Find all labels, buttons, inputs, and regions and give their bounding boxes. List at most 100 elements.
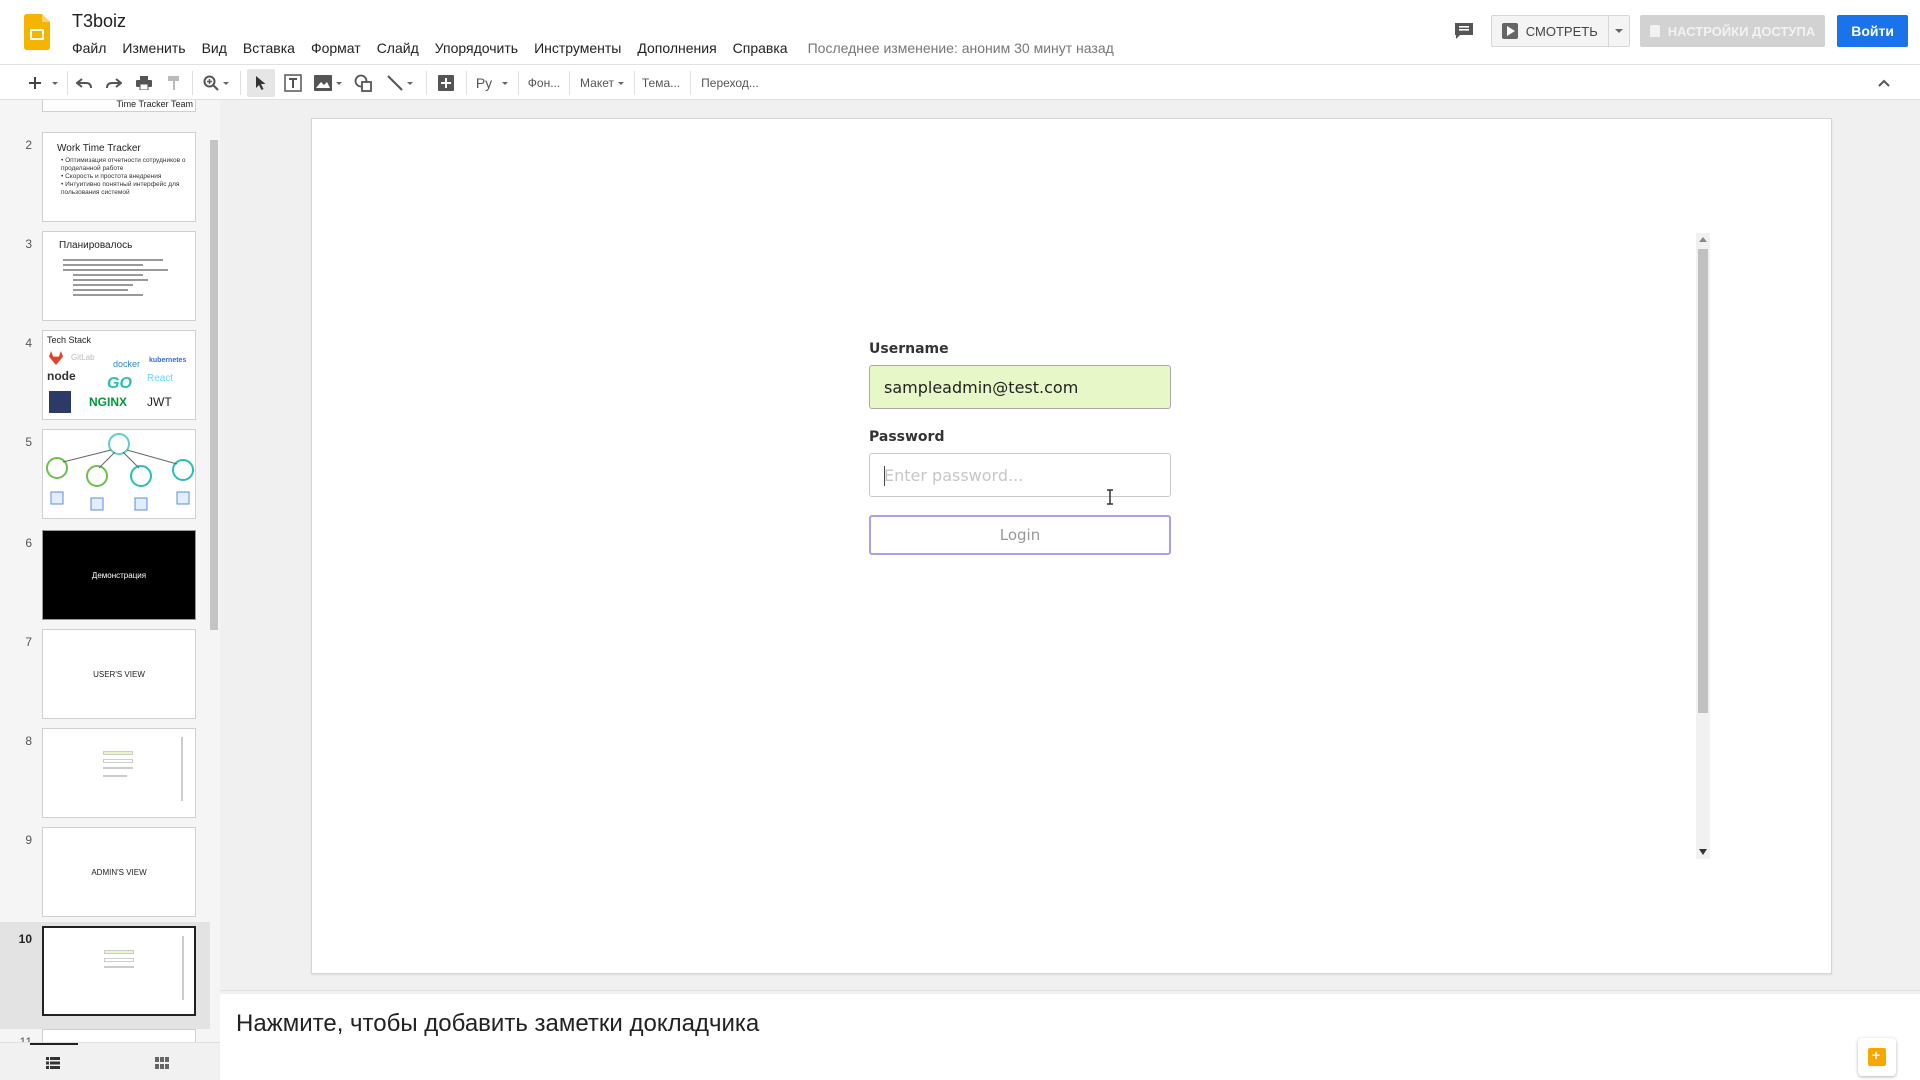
username-field[interactable]: sampleadmin@test.com	[869, 365, 1171, 409]
menu-format[interactable]: Формат	[303, 40, 369, 56]
document-title[interactable]: T3boiz	[72, 11, 126, 32]
input-tools-dropdown[interactable]: Ру	[470, 69, 514, 97]
present-button[interactable]: СМОТРЕТЬ	[1492, 16, 1609, 46]
share-button[interactable]: НАСТРОЙКИ ДОСТУПА	[1639, 15, 1826, 47]
slide-thumbnail-6[interactable]: 6 Демонстрация	[0, 530, 210, 629]
collapse-toolbar-icon[interactable]	[1872, 69, 1896, 97]
password-field[interactable]: Enter password...	[869, 453, 1171, 497]
menu-tools[interactable]: Инструменты	[526, 40, 629, 56]
slide-thumbnail-11[interactable]: 11	[0, 1029, 210, 1042]
menu-view[interactable]: Вид	[194, 40, 235, 56]
slide-filmstrip[interactable]: Time Tracker Team 2 Work Time Tracker • …	[0, 100, 220, 1042]
text-box-icon[interactable]	[280, 69, 306, 97]
slide-thumbnail-1[interactable]: Time Tracker Team	[0, 100, 210, 121]
select-tool-icon[interactable]	[247, 69, 275, 97]
slide-thumbnail-2[interactable]: 2 Work Time Tracker • Оптимизация отчетн…	[0, 132, 210, 231]
slide-thumbnail-10[interactable]: 10	[0, 922, 210, 1029]
toolbar-divider	[426, 71, 427, 95]
lock-icon	[1649, 25, 1660, 37]
menu-file[interactable]: Файл	[64, 40, 114, 56]
share-label: НАСТРОЙКИ ДОСТУПА	[1667, 23, 1816, 39]
scrollbar-thumb[interactable]	[1698, 249, 1708, 713]
grid-view-icon[interactable]	[155, 1056, 169, 1069]
slide-preview: USER'S VIEW	[42, 629, 196, 719]
slide-thumbnail-9[interactable]: 9 ADMIN'S VIEW	[0, 827, 210, 926]
kubernetes-logo: kubernetes	[149, 357, 187, 364]
menu-addons[interactable]: Дополнения	[629, 40, 724, 56]
toolbar-divider	[67, 71, 68, 95]
add-comment-icon[interactable]	[432, 69, 460, 97]
comments-icon[interactable]	[1447, 15, 1481, 47]
menu-help[interactable]: Справка	[725, 40, 796, 56]
chevron-down-icon	[336, 81, 342, 85]
undo-icon[interactable]	[72, 69, 96, 97]
redo-icon[interactable]	[102, 69, 126, 97]
slide-preview: Time Tracker Team	[42, 100, 196, 112]
list-view-icon[interactable]	[46, 1056, 60, 1069]
menu-insert[interactable]: Вставка	[235, 40, 303, 56]
slides-logo-icon[interactable]	[24, 14, 50, 50]
new-slide-dropdown[interactable]	[48, 69, 62, 97]
toolbar-divider	[569, 71, 570, 95]
password-placeholder: Enter password...	[884, 465, 1024, 485]
bullet-text: Оптимизация отчетности сотрудников о про…	[61, 157, 186, 172]
toolbar-divider	[690, 71, 691, 95]
print-icon[interactable]	[132, 69, 156, 97]
login-form-screenshot: Username sampleadmin@test.com Password E…	[869, 341, 1171, 555]
last-edit-status[interactable]: Последнее изменение: аноним 30 минут наз…	[796, 40, 1114, 56]
filmstrip-view-switcher	[0, 1042, 220, 1080]
line-tool-icon[interactable]	[382, 69, 418, 97]
background-button[interactable]: Фон...	[522, 69, 566, 97]
go-logo: GO	[107, 375, 132, 392]
username-label: Username	[869, 341, 949, 357]
current-slide[interactable]: Username sampleadmin@test.com Password E…	[311, 118, 1832, 974]
scroll-down-icon[interactable]	[1699, 849, 1707, 855]
mini-line	[103, 767, 133, 769]
slide-thumbnail-5[interactable]: 5	[0, 429, 210, 528]
bullet: • Интуитивно понятный интерфейс для поль…	[61, 181, 180, 196]
slide-number: 5	[25, 435, 32, 449]
slide-thumbnail-3[interactable]: 3 Планировалось	[0, 231, 210, 330]
layout-dropdown[interactable]: Макет	[574, 69, 630, 97]
menu-arrange[interactable]: Упорядочить	[427, 40, 526, 56]
new-slide-button[interactable]	[24, 69, 46, 97]
scroll-up-icon[interactable]	[1699, 237, 1707, 242]
bullet-text: Скорость и простота внедрения	[65, 173, 162, 180]
menu-slide[interactable]: Слайд	[369, 40, 427, 56]
layout-label: Макет	[580, 76, 614, 90]
chevron-down-icon	[1614, 29, 1623, 33]
login-button[interactable]: Login	[869, 515, 1171, 555]
slide-thumbnail-8[interactable]: 8	[0, 728, 210, 827]
explore-icon	[1868, 1047, 1886, 1066]
transition-button[interactable]: Переход...	[696, 69, 764, 97]
present-dropdown-button[interactable]	[1609, 16, 1629, 46]
zoom-button[interactable]	[198, 69, 234, 97]
speaker-notes[interactable]: Нажмите, чтобы добавить заметки докладчи…	[220, 994, 1920, 1080]
sign-in-button[interactable]: Войти	[1837, 15, 1908, 47]
insert-image-icon[interactable]	[310, 69, 346, 97]
slide-thumbnail-7[interactable]: 7 USER'S VIEW	[0, 629, 210, 728]
react-logo: React	[147, 373, 174, 384]
embedded-scrollbar[interactable]	[1696, 233, 1710, 859]
mini-line	[104, 966, 134, 968]
theme-button[interactable]: Тема...	[638, 69, 684, 97]
logo-tile	[49, 391, 71, 413]
password-label: Password	[869, 429, 945, 445]
slide-number: 3	[25, 237, 32, 251]
speaker-notes-placeholder[interactable]: Нажмите, чтобы добавить заметки докладчи…	[236, 1010, 759, 1038]
slide-title: ADMIN'S VIEW	[91, 867, 147, 877]
slide-thumbnail-4[interactable]: 4 Tech Stack GitLab docker kubernetes no…	[0, 330, 210, 429]
slide-title: Tech Stack	[47, 335, 92, 345]
menu-edit[interactable]: Изменить	[114, 40, 193, 56]
mini-line	[103, 775, 127, 777]
paint-format-icon[interactable]	[162, 69, 186, 97]
mini-input	[103, 759, 133, 763]
text-cursor	[884, 466, 885, 486]
slide-editor-canvas[interactable]: Username sampleadmin@test.com Password E…	[220, 100, 1920, 990]
toolbar-divider	[466, 71, 467, 95]
app-header: T3boiz Файл Изменить Вид Вставка Формат …	[0, 0, 1920, 64]
explore-button[interactable]	[1858, 1038, 1896, 1076]
filmstrip-scrollbar[interactable]	[210, 140, 218, 630]
bullet: • Оптимизация отчетности сотрудников о п…	[61, 157, 186, 172]
shape-icon[interactable]	[350, 69, 376, 97]
